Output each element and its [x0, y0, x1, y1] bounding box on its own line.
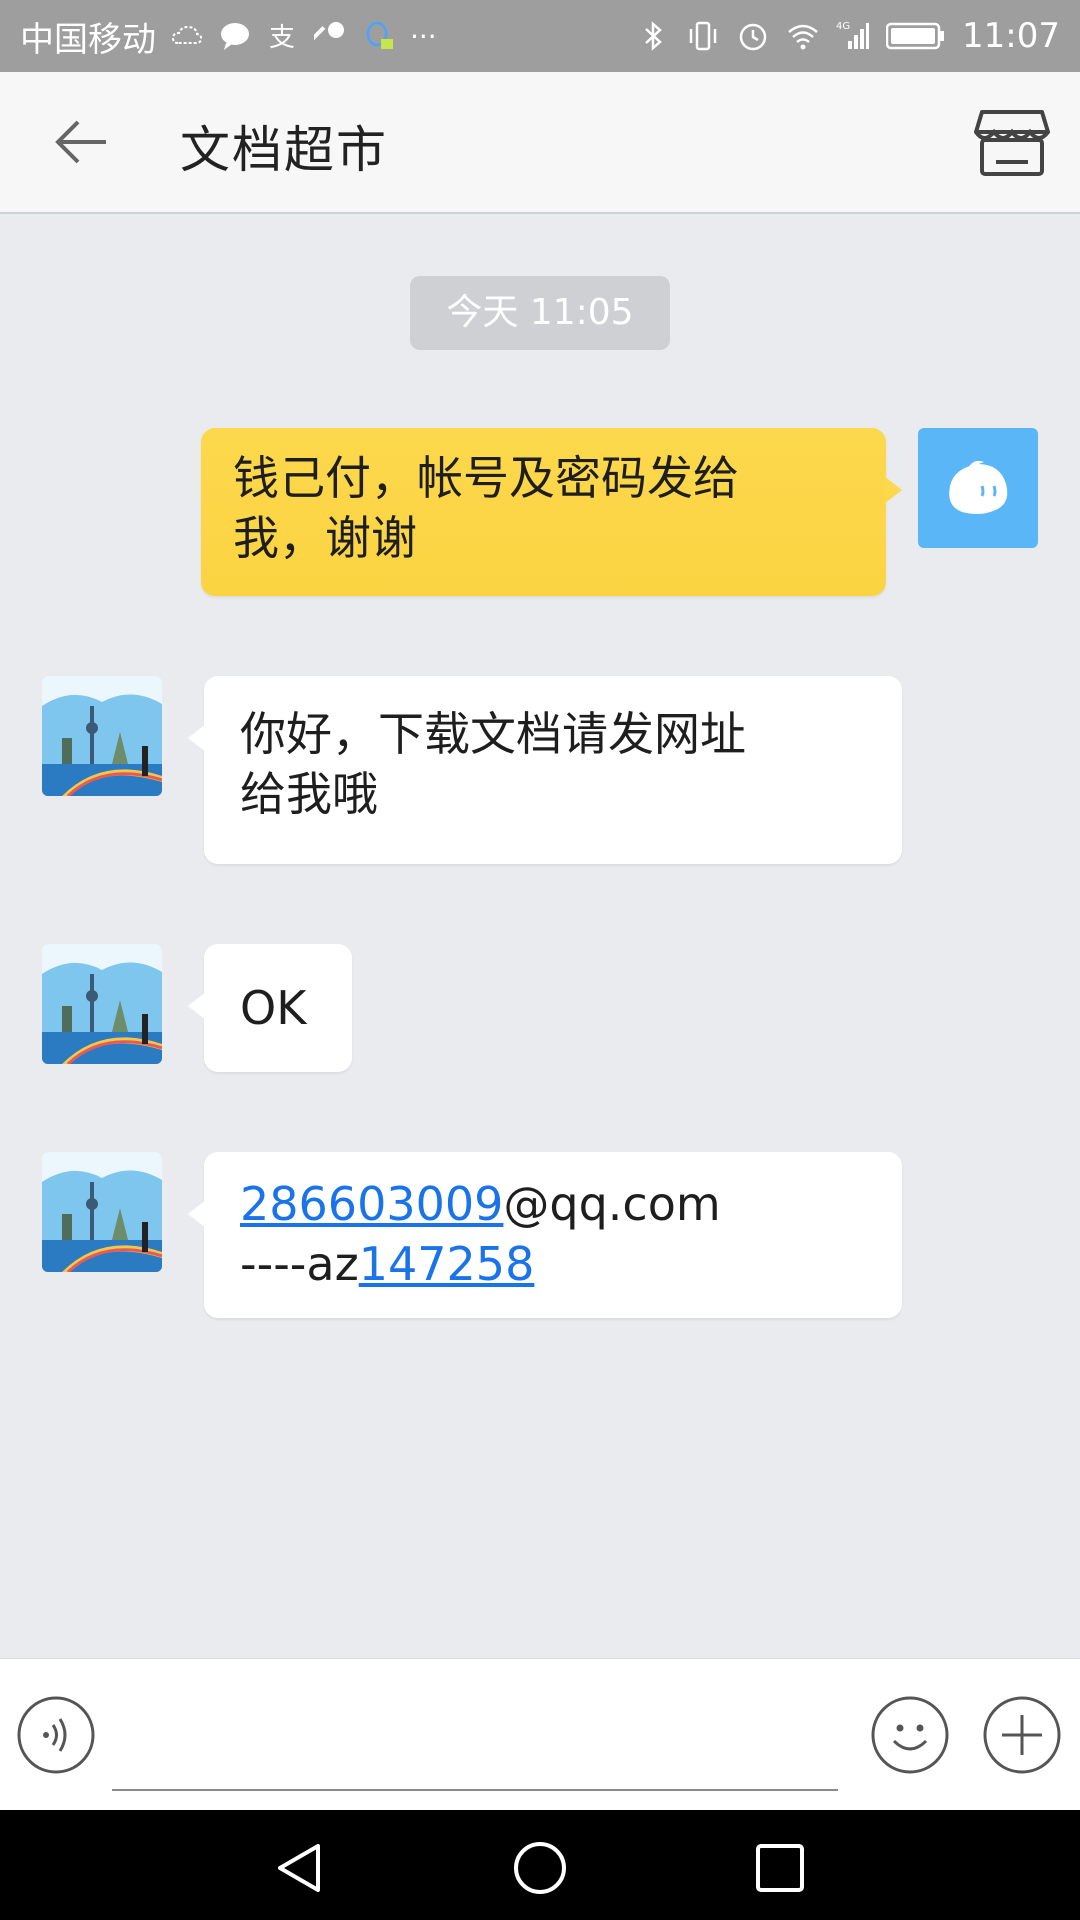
page-title: 文档超市 — [180, 121, 388, 179]
cloud-icon — [171, 25, 203, 44]
contact-avatar[interactable] — [42, 676, 162, 796]
contact-avatar[interactable] — [42, 1152, 162, 1272]
qq-icon — [366, 21, 393, 49]
svg-text:4G: 4G — [836, 21, 850, 32]
emoji-icon[interactable] — [870, 1695, 950, 1775]
email-domain-text: @qq.com — [503, 1177, 721, 1231]
nav-recents-icon[interactable] — [752, 1840, 808, 1896]
landmark-collage-image — [42, 944, 162, 1064]
input-bar — [0, 1658, 1080, 1811]
title-bar: 文档超市 — [0, 72, 1080, 214]
landmark-collage-image — [42, 676, 162, 796]
plus-icon[interactable] — [982, 1695, 1062, 1775]
status-bar-right: 4G 11:07 — [636, 16, 1060, 56]
nav-home-icon[interactable] — [512, 1840, 568, 1896]
status-bar-left: 中国移动 支 ··· — [20, 12, 437, 61]
message-text: OK — [240, 981, 307, 1035]
system-nav-bar — [0, 1810, 1080, 1920]
key-icon — [314, 22, 344, 41]
signal-icon: 4G — [836, 21, 870, 49]
message-bubble-other[interactable]: OK — [188, 944, 352, 1072]
more-dots-icon: ··· — [410, 19, 437, 53]
chat-icon — [221, 23, 249, 50]
battery-icon — [886, 22, 945, 50]
clock-label: 11:07 — [962, 16, 1060, 56]
message-bubble-other[interactable]: 286603009@qq.com ----az147258 — [188, 1152, 902, 1318]
message-text-line1: 你好，下载文档请发网址 — [240, 707, 746, 761]
svg-text:支: 支 — [269, 23, 295, 53]
contact-avatar[interactable] — [42, 944, 162, 1064]
message-text-line2: 给我哦 — [240, 767, 378, 821]
status-bar: 中国移动 支 ··· 4G 11:07 — [0, 0, 1080, 72]
alipay-icon: 支 — [269, 23, 295, 53]
vibrate-icon — [689, 21, 717, 51]
nav-back-icon[interactable] — [272, 1840, 328, 1896]
landmark-collage-image — [42, 1152, 162, 1272]
message-line2: ----az147258 — [240, 1234, 866, 1294]
wifi-icon — [788, 24, 818, 50]
message-bubble-other[interactable]: 你好，下载文档请发网址 给我哦 — [188, 676, 902, 864]
chat-screen: 中国移动 支 ··· 4G 11:07 文档超市 今天 11:05 钱己付，帐号… — [0, 0, 1080, 1920]
phone-number-link[interactable]: 286603009 — [240, 1177, 503, 1231]
message-line1: 286603009@qq.com — [240, 1174, 866, 1234]
message-input[interactable] — [112, 1699, 838, 1791]
carrier-label: 中国移动 — [20, 19, 156, 60]
bluetooth-icon — [645, 21, 662, 51]
message-text-line1: 钱己付，帐号及密码发给 — [233, 451, 739, 505]
password-number-link[interactable]: 147258 — [359, 1237, 535, 1291]
back-arrow-icon[interactable] — [50, 110, 114, 174]
separator-text: ----az — [240, 1237, 359, 1291]
my-avatar[interactable] — [918, 428, 1038, 548]
alarm-icon — [739, 23, 767, 51]
ghost-avatar-icon — [949, 460, 1008, 514]
message-bubble-me[interactable]: 钱己付，帐号及密码发给 我，谢谢 — [201, 428, 902, 596]
voice-icon[interactable] — [16, 1695, 96, 1775]
chat-timestamp: 今天 11:05 — [410, 276, 670, 350]
message-text-line2: 我，谢谢 — [233, 511, 417, 565]
store-icon[interactable] — [974, 108, 1050, 178]
